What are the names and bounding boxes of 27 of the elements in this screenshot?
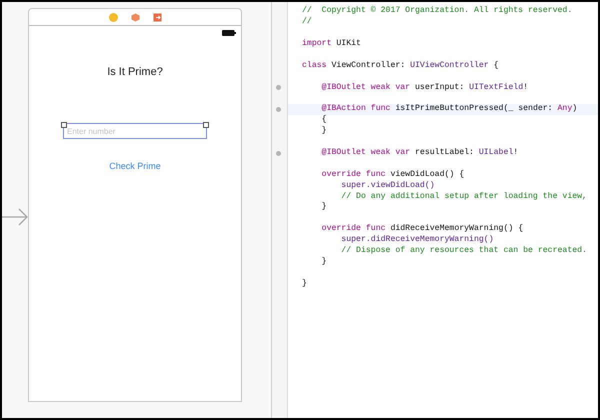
code-line: // Do any additional setup after loading the view, bbox=[340, 192, 587, 201]
code-line: } bbox=[320, 203, 327, 212]
exit-icon[interactable] bbox=[152, 12, 162, 22]
code-line: override func didReceiveMemoryWarning() { bbox=[320, 225, 524, 234]
code-line: // bbox=[302, 18, 312, 26]
code-line: class ViewController: UIViewController { bbox=[302, 62, 499, 70]
title-label: Is It Prime? bbox=[107, 65, 163, 80]
code-line: } bbox=[302, 280, 307, 288]
entry-arrow-icon bbox=[2, 208, 28, 226]
number-input-field[interactable]: Enter number bbox=[63, 123, 207, 139]
resize-handle[interactable] bbox=[61, 122, 67, 128]
code-line: } bbox=[320, 127, 327, 136]
code-line: { bbox=[320, 116, 327, 125]
resize-handle[interactable] bbox=[203, 122, 209, 128]
code-line: override func viewDidLoad() { bbox=[320, 170, 464, 179]
battery-icon bbox=[222, 30, 236, 36]
code-line: import UIKit bbox=[302, 40, 361, 48]
code-line: @IBAction func isItPrimeButtonPressed(_ sender: Any) bbox=[320, 105, 578, 114]
code-line: super.didReceiveMemoryWarning() bbox=[340, 236, 494, 244]
code-line: super.viewDidLoad() bbox=[340, 182, 435, 190]
code-line: } bbox=[320, 258, 327, 266]
code-line: @IBOutlet weak var userInput: UITextField! bbox=[320, 84, 528, 92]
code-line: // Copyright © 2017 Organization. All rights reserved. bbox=[302, 7, 572, 16]
code-line: // Dispose of any resources that can be recreated. bbox=[340, 247, 587, 256]
cube-icon[interactable] bbox=[130, 12, 140, 22]
code-line: @IBOutlet weak var resultLabel: UILabel! bbox=[320, 148, 518, 158]
check-prime-button[interactable]: Check Prime bbox=[109, 160, 161, 173]
